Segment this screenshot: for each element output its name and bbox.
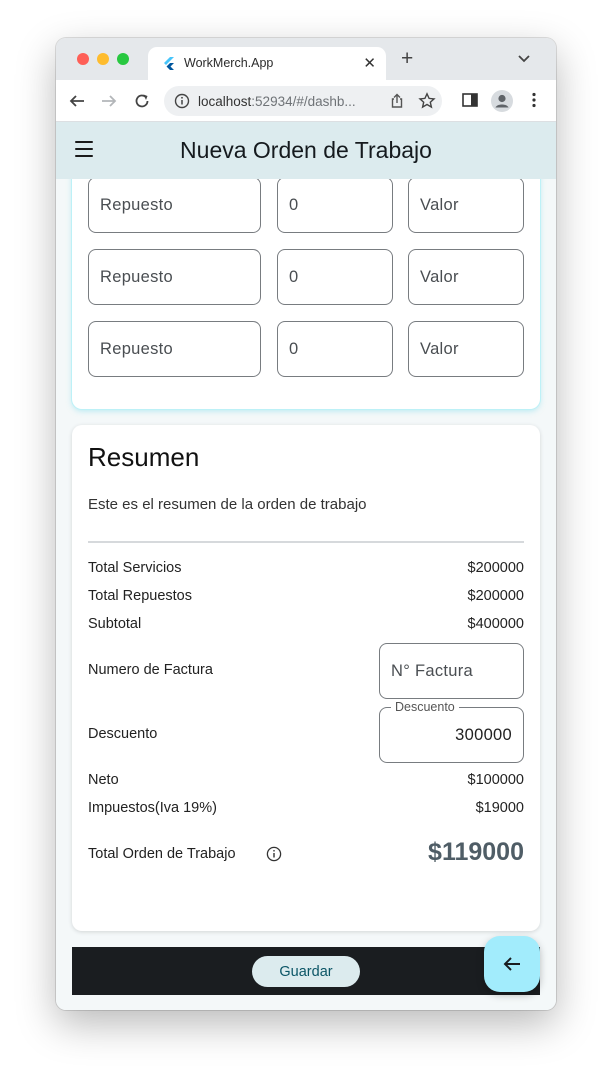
save-button[interactable]: Guardar: [252, 956, 360, 987]
url-host: localhost: [198, 94, 252, 109]
total-repuestos-value: $200000: [467, 588, 524, 604]
descuento-input[interactable]: 300000: [379, 707, 524, 763]
close-tab-icon[interactable]: ✕: [363, 54, 376, 72]
neto-label: Neto: [88, 772, 119, 788]
url-path: :52934/#/dashb...: [251, 94, 356, 109]
total-orden-label: Total Orden de Trabajo: [88, 846, 236, 862]
close-window-button[interactable]: [77, 53, 89, 65]
minimize-window-button[interactable]: [97, 53, 109, 65]
total-servicios-label: Total Servicios: [88, 560, 182, 576]
reload-icon[interactable]: [133, 92, 151, 110]
back-arrow-icon[interactable]: [68, 92, 86, 110]
descuento-floating-label: Descuento: [391, 700, 459, 714]
info-icon[interactable]: [266, 846, 282, 862]
url-text: localhost:52934/#/dashb...: [198, 94, 356, 109]
page-title: Nueva Orden de Trabajo: [180, 137, 432, 163]
factura-input[interactable]: N° Factura: [379, 643, 524, 699]
summary-card: Resumen Este es el resumen de la orden d…: [72, 425, 540, 931]
page-content: Repuesto 0 Valor Repuesto 0 Valor Repues…: [56, 179, 556, 1010]
neto-value: $100000: [467, 772, 524, 788]
part-name-field[interactable]: Repuesto: [88, 179, 261, 233]
profile-avatar-icon[interactable]: [491, 90, 513, 112]
site-info-icon[interactable]: [174, 93, 190, 109]
summary-description: Este es el resumen de la orden de trabaj…: [88, 496, 367, 513]
divider: [88, 541, 524, 543]
part-name-field[interactable]: Repuesto: [88, 321, 261, 377]
total-repuestos-label: Total Repuestos: [88, 588, 192, 604]
part-value-field[interactable]: Valor: [408, 249, 524, 305]
part-quantity-field[interactable]: 0: [277, 249, 393, 305]
descuento-label: Descuento: [88, 726, 158, 742]
summary-title: Resumen: [88, 442, 200, 472]
browser-window: WorkMerch.App ✕ + localhost:52934/#/dash…: [56, 38, 556, 1010]
factura-label: Numero de Factura: [88, 662, 213, 678]
more-options-icon[interactable]: [530, 91, 538, 109]
browser-tab[interactable]: WorkMerch.App ✕: [148, 47, 386, 80]
subtotal-value: $400000: [467, 616, 524, 632]
parts-card: Repuesto 0 Valor Repuesto 0 Valor Repues…: [72, 179, 540, 409]
chevron-down-icon[interactable]: [518, 53, 530, 63]
app-bar: Nueva Orden de Trabajo: [56, 122, 556, 179]
part-name-field[interactable]: Repuesto: [88, 249, 261, 305]
address-bar[interactable]: localhost:52934/#/dashb...: [164, 86, 442, 116]
browser-toolbar: localhost:52934/#/dashb...: [56, 80, 556, 122]
bookmark-star-icon[interactable]: [418, 92, 436, 110]
maximize-window-button[interactable]: [117, 53, 129, 65]
back-fab-button[interactable]: [484, 936, 540, 992]
tab-strip: WorkMerch.App ✕ +: [56, 38, 556, 80]
bottom-action-bar: Guardar: [72, 947, 540, 995]
new-tab-icon[interactable]: +: [401, 48, 413, 69]
side-panel-icon[interactable]: [461, 91, 479, 109]
tab-title: WorkMerch.App: [184, 56, 274, 70]
share-icon[interactable]: [389, 93, 405, 109]
total-servicios-value: $200000: [467, 560, 524, 576]
forward-arrow-icon[interactable]: [100, 92, 118, 110]
flutter-icon: [164, 57, 174, 70]
arrow-back-icon: [503, 957, 520, 971]
part-value-field[interactable]: Valor: [408, 321, 524, 377]
part-quantity-field[interactable]: 0: [277, 179, 393, 233]
impuestos-value: $19000: [475, 800, 524, 816]
part-value-field[interactable]: Valor: [408, 179, 524, 233]
impuestos-label: Impuestos(Iva 19%): [88, 800, 217, 816]
subtotal-label: Subtotal: [88, 616, 142, 632]
part-quantity-field[interactable]: 0: [277, 321, 393, 377]
total-orden-value: $119000: [428, 838, 524, 866]
